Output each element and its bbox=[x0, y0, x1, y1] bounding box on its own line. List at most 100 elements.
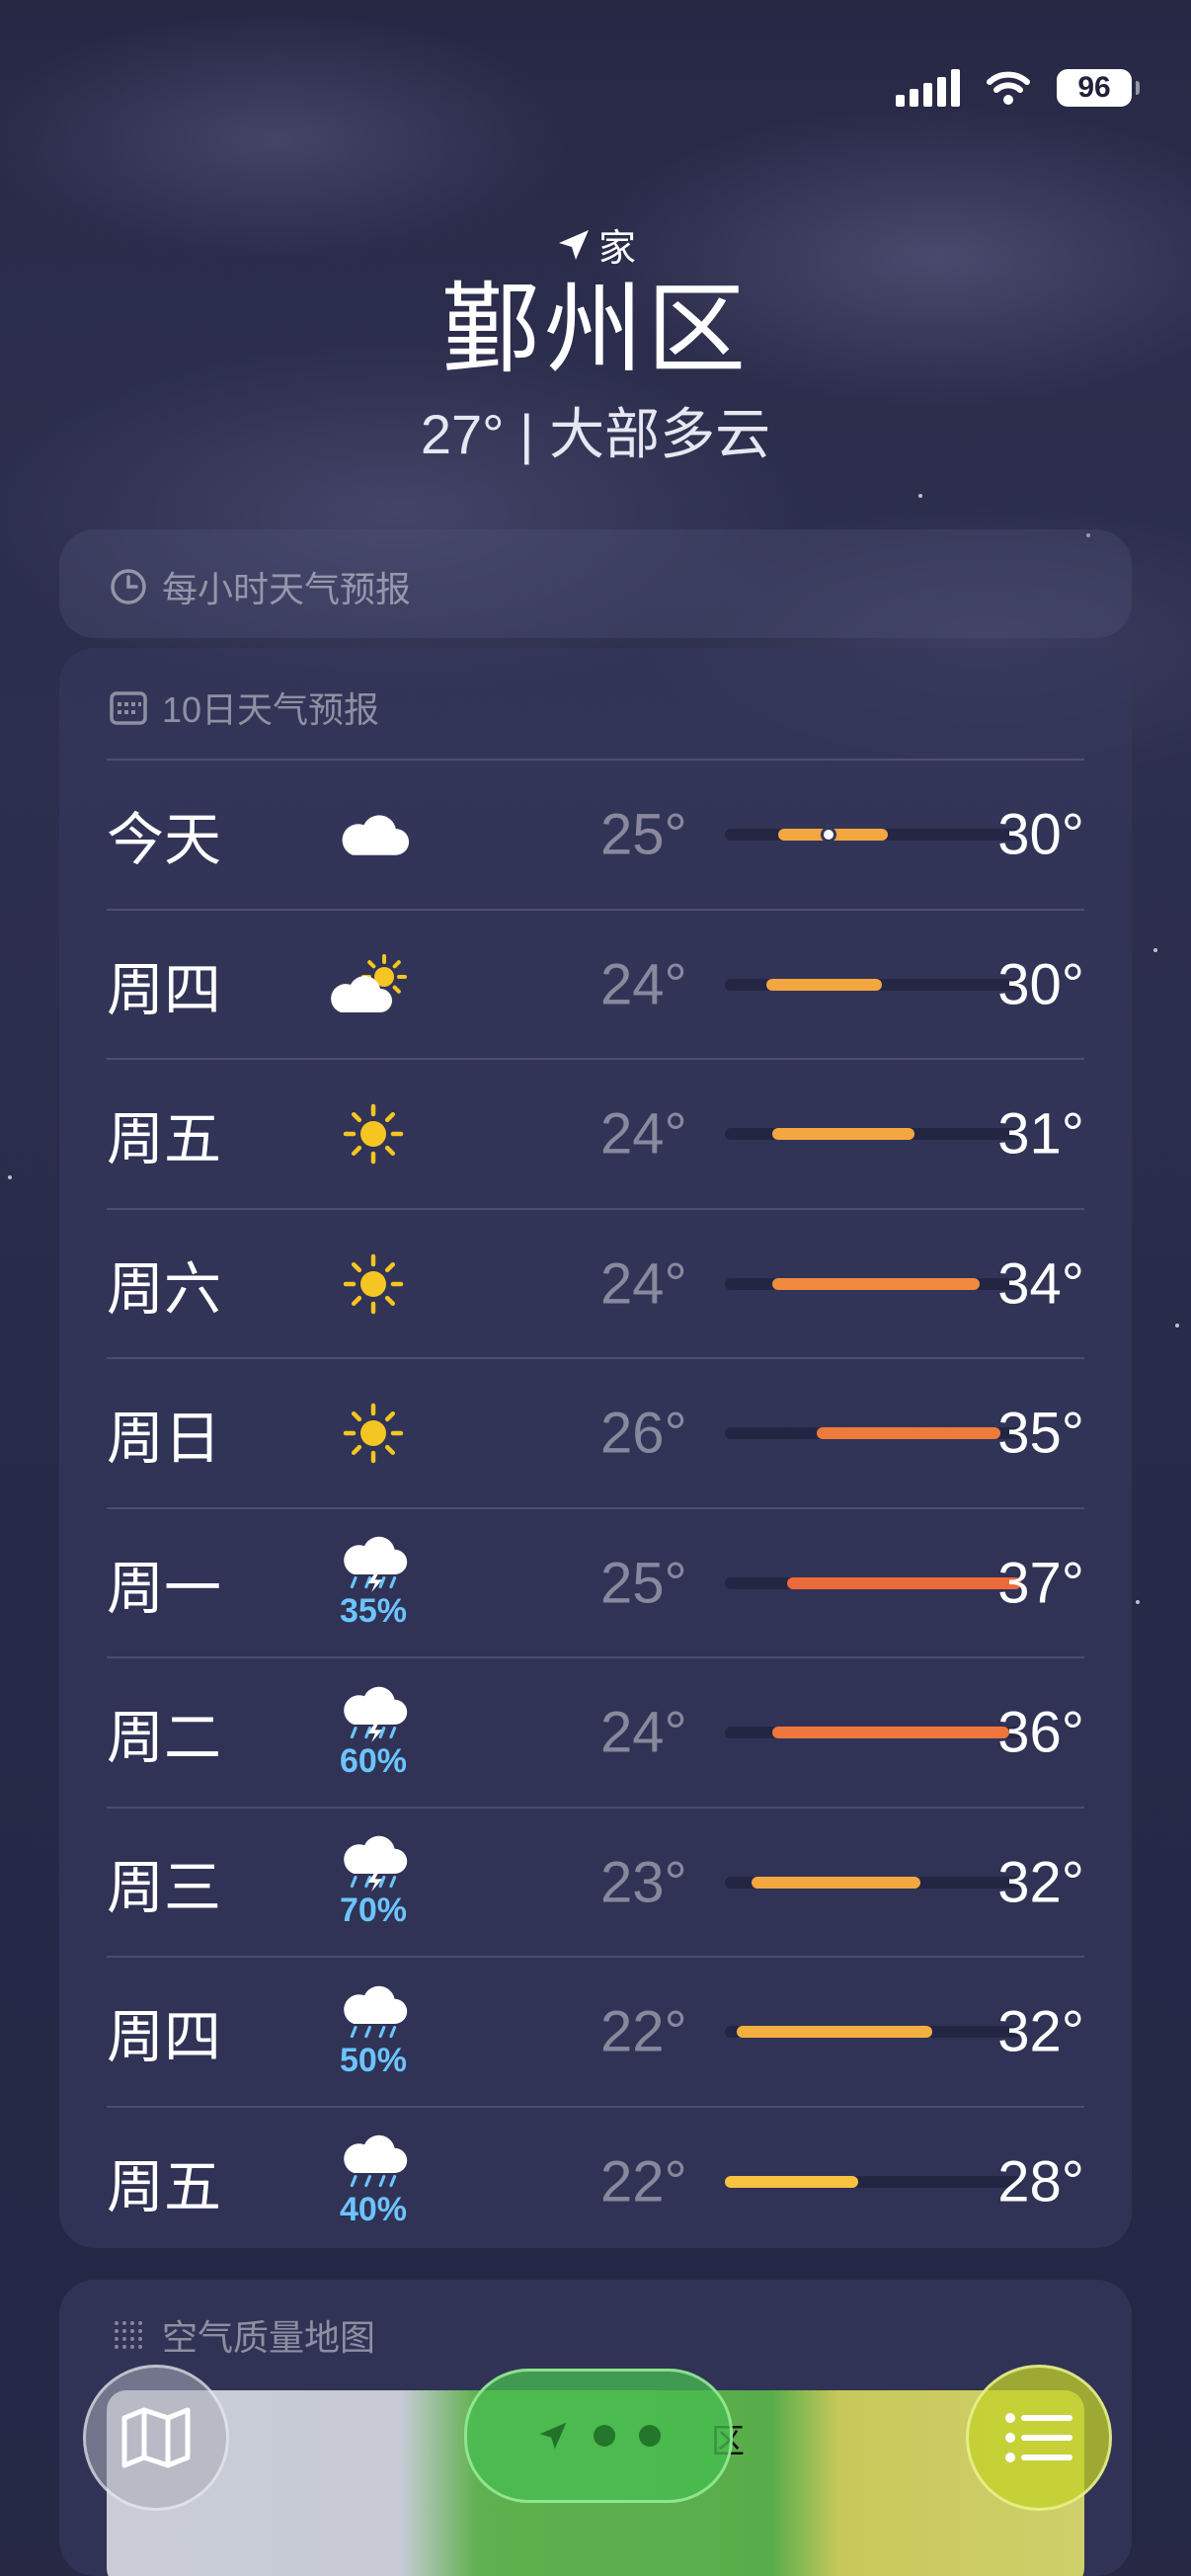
air-quality-title: 空气质量地图 bbox=[109, 2309, 375, 2361]
precip-chance: 40% bbox=[339, 2191, 408, 2228]
day-label: 周四 bbox=[107, 2005, 222, 2069]
low-temp: 24° bbox=[600, 1251, 687, 1316]
temp-range-track bbox=[725, 2026, 1021, 2038]
map-button[interactable] bbox=[83, 2365, 229, 2511]
temp-range-bar bbox=[725, 2175, 858, 2188]
forecast-day-row[interactable]: 周三 70% 23° 32° bbox=[107, 1809, 1084, 1957]
low-temp: 26° bbox=[600, 1401, 687, 1466]
day-label: 周五 bbox=[107, 1107, 222, 1171]
star bbox=[918, 494, 922, 498]
low-temp: 22° bbox=[600, 2149, 687, 2214]
forecast-day-row[interactable]: 周日 26° 35° bbox=[107, 1359, 1084, 1507]
low-temp: 24° bbox=[600, 952, 687, 1016]
list-icon bbox=[1005, 2413, 1072, 2462]
temp-range-bar bbox=[817, 1427, 1000, 1439]
day-label: 周一 bbox=[107, 1556, 222, 1621]
sun-icon bbox=[334, 1230, 413, 1338]
precip-chance: 70% bbox=[339, 1892, 408, 1929]
day-label: 周三 bbox=[107, 1855, 222, 1920]
star bbox=[1136, 1600, 1140, 1604]
city-list-button[interactable] bbox=[966, 2365, 1112, 2511]
day-label: 周五 bbox=[107, 2154, 222, 2219]
precip-chance: 35% bbox=[339, 1592, 408, 1630]
low-temp: 25° bbox=[600, 802, 687, 867]
current-temp-dot bbox=[821, 827, 836, 843]
forecast-day-row[interactable]: 周一 35% 25° 37° bbox=[107, 1509, 1084, 1657]
high-temp: 37° bbox=[997, 1551, 1084, 1615]
city-name: 鄞州区 bbox=[441, 275, 750, 385]
high-temp: 32° bbox=[997, 1850, 1084, 1914]
cloud-icon bbox=[334, 780, 413, 889]
temp-range-track bbox=[725, 1277, 1021, 1290]
low-temp: 24° bbox=[600, 1700, 687, 1765]
clock-icon bbox=[111, 569, 146, 604]
forecast-day-row[interactable]: 今天 25° 30° bbox=[107, 761, 1084, 909]
day-label: 周六 bbox=[107, 1256, 222, 1322]
forecast-day-row[interactable]: 周四 50% 22° 32° bbox=[107, 1958, 1084, 2106]
temp-range-bar bbox=[772, 1277, 980, 1290]
temp-range-track bbox=[725, 978, 1021, 991]
day-label: 周二 bbox=[107, 1706, 222, 1770]
high-temp: 30° bbox=[997, 802, 1084, 867]
page-dot bbox=[594, 2425, 615, 2447]
thunderstorm-icon: 35% bbox=[334, 1529, 413, 1638]
location-page-indicator[interactable] bbox=[464, 2369, 733, 2503]
page-dot bbox=[639, 2425, 661, 2447]
high-temp: 34° bbox=[997, 1251, 1084, 1316]
location-label-line: 家 bbox=[0, 217, 1191, 272]
location-header: 家 鄞州区 27° | 大部多云 bbox=[0, 217, 1191, 470]
temp-range-track bbox=[725, 1128, 1021, 1140]
star bbox=[8, 1175, 12, 1179]
temp-range-bar bbox=[752, 1876, 920, 1889]
location-label: 家 bbox=[597, 228, 636, 270]
temp-range-bar bbox=[772, 1128, 914, 1140]
ten-day-title: 10日天气预报 bbox=[109, 682, 379, 733]
temp-range-track bbox=[725, 2175, 1021, 2188]
low-temp: 25° bbox=[600, 1551, 687, 1615]
current-summary: 27° | 大部多云 bbox=[420, 403, 771, 465]
partly-sunny-icon bbox=[331, 930, 413, 1039]
low-temp: 22° bbox=[600, 1999, 687, 2064]
forecast-day-row[interactable]: 周五 40% 22° 28° bbox=[107, 2108, 1084, 2256]
hourly-forecast-title: 每小时天气预报 bbox=[109, 561, 411, 612]
forecast-day-row[interactable]: 周二 60% 24° 36° bbox=[107, 1658, 1084, 1807]
hourly-forecast-card[interactable]: 每小时天气预报 bbox=[59, 529, 1132, 638]
location-arrow-icon bbox=[558, 229, 589, 260]
temp-range-track bbox=[725, 827, 1021, 843]
low-temp: 23° bbox=[600, 1850, 687, 1914]
low-temp: 24° bbox=[600, 1101, 687, 1167]
rain-icon: 40% bbox=[334, 2128, 413, 2236]
day-label: 周四 bbox=[107, 957, 222, 1022]
temp-range-bar bbox=[737, 2026, 932, 2038]
calendar-icon bbox=[110, 691, 147, 725]
star bbox=[1153, 948, 1157, 952]
sun-icon bbox=[334, 1080, 413, 1188]
forecast-day-row[interactable]: 周四 24° 30° bbox=[107, 911, 1084, 1059]
temp-range-track bbox=[725, 1876, 1021, 1889]
precip-chance: 50% bbox=[339, 2041, 408, 2079]
temp-range-track bbox=[725, 1427, 1021, 1439]
status-bar: 96 bbox=[896, 69, 1140, 107]
map-icon bbox=[121, 2407, 191, 2468]
forecast-day-row[interactable]: 周五 24° 31° bbox=[107, 1060, 1084, 1208]
cellular-signal-icon bbox=[896, 69, 960, 107]
forecast-day-row[interactable]: 周六 24° 34° bbox=[107, 1210, 1084, 1358]
sun-icon bbox=[334, 1379, 413, 1488]
star bbox=[1175, 1324, 1179, 1328]
high-temp: 28° bbox=[997, 2149, 1084, 2214]
thunderstorm-icon: 60% bbox=[334, 1678, 413, 1787]
temp-range-bar bbox=[787, 1576, 1021, 1589]
day-label: 周日 bbox=[107, 1407, 222, 1471]
temp-range-bar bbox=[766, 978, 882, 991]
high-temp: 30° bbox=[997, 952, 1084, 1016]
air-quality-dots-icon bbox=[115, 2321, 142, 2349]
battery-indicator: 96 bbox=[1057, 69, 1140, 107]
current-location-page-icon bbox=[539, 2422, 567, 2450]
temp-range-track bbox=[725, 1576, 1021, 1589]
temp-range-bar bbox=[772, 1727, 1009, 1738]
thunderstorm-icon: 70% bbox=[334, 1828, 413, 1937]
air-quality-title-text: 空气质量地图 bbox=[162, 2317, 376, 2358]
ten-day-forecast-card: 10日天气预报 今天 25° 30° 周四 24° 30° 周五 24° 31° 周六 24° 34°… bbox=[59, 648, 1132, 2248]
precip-chance: 60% bbox=[339, 1741, 408, 1780]
rain-icon: 50% bbox=[334, 1977, 413, 2086]
